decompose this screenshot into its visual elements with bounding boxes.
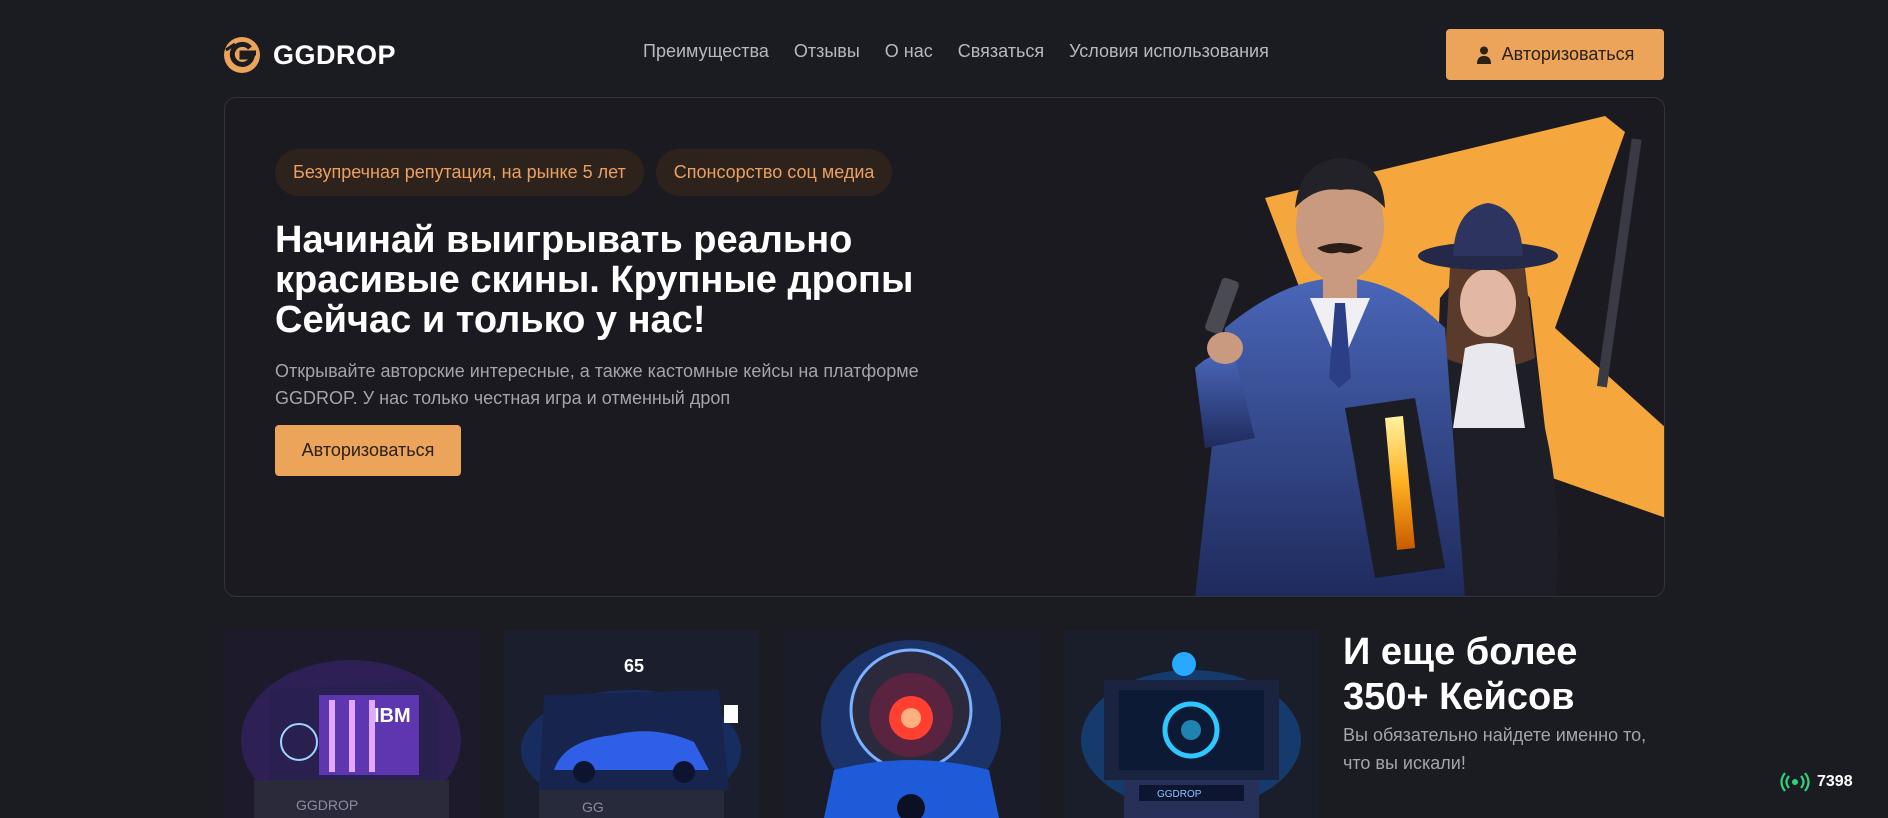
hero-badges: Безупречная репутация, на рынке 5 лет Сп… (275, 149, 893, 196)
badge-sponsorship: Спонсорство соц медиа (655, 149, 893, 196)
hero-login-button[interactable]: Авторизоваться (275, 425, 461, 476)
user-icon (1476, 46, 1491, 64)
site-header: GGDROP Преимущества Отзывы О нас Связать… (0, 0, 1888, 96)
more-cases-title: И еще более 350+ Кейсов (1343, 631, 1578, 718)
orb-case-icon (784, 630, 1039, 818)
hero-characters-illustration (1195, 116, 1664, 596)
online-count: 7398 (1817, 773, 1853, 790)
ibm-case-icon: IBM GGDROP (224, 630, 479, 818)
nav-reviews[interactable]: Отзывы (794, 41, 860, 62)
hero-title: Начинай выигрывать реально красивые скин… (275, 219, 914, 341)
nav-contact[interactable]: Связаться (958, 41, 1044, 62)
car-case-label: 65 (624, 656, 644, 676)
case-card-ai[interactable]: GGDROP (1064, 630, 1319, 818)
ai-case-icon: GGDROP (1064, 630, 1319, 818)
case-card-ibm[interactable]: IBM GGDROP (224, 630, 479, 818)
logo-text: GGDROP (273, 39, 397, 70)
more-cases-subtitle: Вы обязательно найдете именно то, что вы… (1343, 725, 1647, 773)
ai-case-plate: GGDROP (1157, 789, 1202, 800)
case-card-orb[interactable] (784, 630, 1039, 818)
logo[interactable]: GGDROP (223, 35, 396, 75)
car-case-icon: 65 GG (504, 630, 759, 818)
header-login-button[interactable]: Авторизоваться (1446, 29, 1664, 80)
broadcast-icon (1780, 772, 1810, 792)
online-counter: 7398 (1780, 771, 1853, 793)
nav-terms[interactable]: Условия использования (1069, 41, 1269, 62)
nav-about[interactable]: О нас (885, 41, 933, 62)
hero-subtitle: Открывайте авторские интересные, а также… (275, 361, 919, 408)
nav-advantages[interactable]: Преимущества (643, 41, 769, 62)
car-case-plate: GG (582, 799, 604, 815)
ibm-case-plate: GGDROP (296, 797, 358, 813)
ibm-case-label: IBM (374, 705, 411, 727)
header-login-label: Авторизоваться (1501, 44, 1635, 64)
logo-icon (224, 37, 260, 73)
hero-banner: Безупречная репутация, на рынке 5 лет Сп… (224, 97, 1665, 597)
case-card-car[interactable]: 65 GG (504, 630, 759, 818)
main-nav: Преимущества Отзывы О нас Связаться Усло… (643, 41, 1269, 62)
badge-reputation: Безупречная репутация, на рынке 5 лет (275, 149, 644, 196)
